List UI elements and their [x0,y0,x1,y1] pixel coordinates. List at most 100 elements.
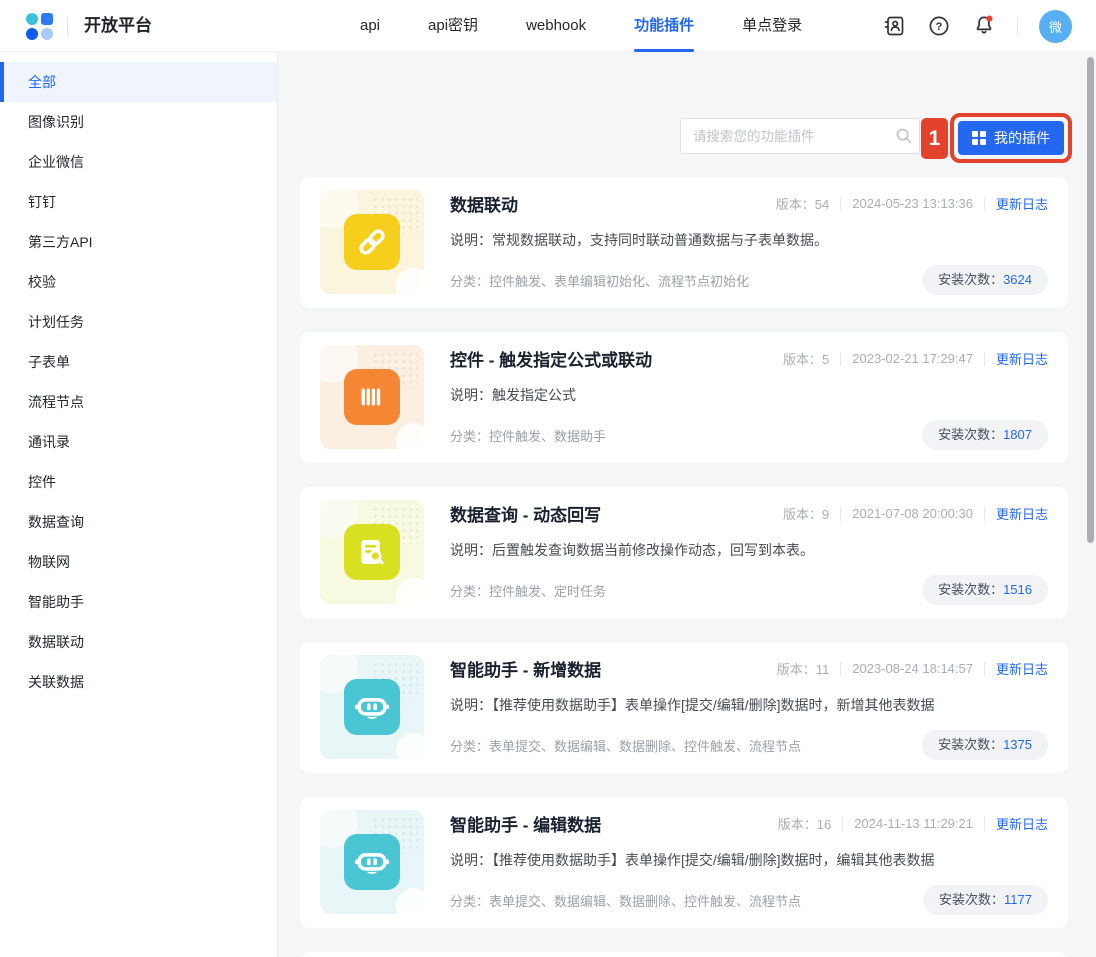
sidebar-item-contacts[interactable]: 通讯录 [0,422,277,462]
version-label: 版本：16 [778,814,831,833]
sidebar-item-image-recognition[interactable]: 图像识别 [0,102,277,142]
version-label: 版本：9 [783,504,829,523]
sidebar-item-wecom[interactable]: 企业微信 [0,142,277,182]
doc-search-icon [344,524,400,580]
plugin-card[interactable]: 智能助手 - 编辑数据 版本：16 2024-11-13 11:29:21 更新… [300,797,1068,928]
plugin-categories: 分类：控件触发、定时任务 [450,581,606,600]
plugin-card[interactable]: 智能助手 - 新增数据 版本：11 2023-08-24 18:14:57 更新… [300,642,1068,773]
help-icon[interactable]: ? [927,14,951,38]
install-count-badge: 安装次数：1177 [923,885,1048,915]
open-platform-page: 开放平台 api api密钥 webhook 功能插件 单点登录 ? [0,0,1096,957]
link-icon [344,214,400,270]
tab-plugins[interactable]: 功能插件 [634,0,694,52]
tab-sso[interactable]: 单点登录 [742,0,802,52]
plugin-icon-box [320,345,424,449]
sidebar-item-all[interactable]: 全部 [0,62,277,102]
top-nav: api api密钥 webhook 功能插件 单点登录 [360,0,802,52]
updated-time: 2023-02-21 17:29:47 [852,351,973,366]
plugin-title: 数据查询 - 动态回写 [450,501,601,526]
header-divider [1017,17,1018,35]
contacts-icon[interactable] [882,14,906,38]
plugin-content-area: 我的插件 1 [278,52,1096,957]
sidebar-item-scheduled-task[interactable]: 计划任务 [0,302,277,342]
tab-api-key[interactable]: api密钥 [428,0,478,52]
barcode-icon [344,369,400,425]
plugin-meta: 版本：11 2023-08-24 18:14:57 更新日志 [777,659,1048,678]
page-title: 开放平台 [84,0,152,52]
user-avatar[interactable]: 微 [1039,10,1072,43]
sidebar-item-data-query[interactable]: 数据查询 [0,502,277,542]
plugin-title: 控件 - 触发指定公式或联动 [450,346,652,371]
plugin-icon-box [320,655,424,759]
sidebar-item-validation[interactable]: 校验 [0,262,277,302]
header-actions: ? 微 [882,0,1072,52]
plugin-list: 数据联动 版本：54 2024-05-23 13:13:36 更新日志 说明：常… [300,177,1068,957]
sidebar-item-dingtalk[interactable]: 钉钉 [0,182,277,222]
search-input[interactable] [680,118,920,154]
sidebar-item-subform[interactable]: 子表单 [0,342,277,382]
sidebar-item-widget[interactable]: 控件 [0,462,277,502]
plugin-meta: 版本：16 2024-11-13 11:29:21 更新日志 [778,814,1048,833]
annotation-marker-1: 1 [921,118,948,159]
svg-text:?: ? [936,21,943,33]
plugin-card[interactable]: 控件 - 触发指定公式或联动 版本：5 2023-02-21 17:29:47 … [300,332,1068,463]
changelog-link[interactable]: 更新日志 [996,194,1048,213]
app-logo-icon[interactable] [26,13,53,40]
tab-api[interactable]: api [360,0,380,52]
plugin-card[interactable]: 数据查询 - 到子表单 版本：52 2025-08-14 14:13:38 更新… [300,952,1068,957]
plugin-card[interactable]: 数据查询 - 动态回写 版本：9 2021-07-08 20:00:30 更新日… [300,487,1068,618]
changelog-link[interactable]: 更新日志 [996,349,1048,368]
my-plugins-button-label: 我的插件 [994,128,1050,148]
plugin-icon-box [320,810,424,914]
plugin-icon-box [320,500,424,604]
category-sidebar: 全部 图像识别 企业微信 钉钉 第三方API 校验 计划任务 子表单 流程节点 … [0,52,278,957]
plugin-description: 说明：触发指定公式 [450,385,1048,405]
updated-time: 2021-07-08 20:00:30 [852,506,973,521]
my-plugins-button[interactable]: 我的插件 [958,121,1064,155]
sidebar-item-smart-assistant[interactable]: 智能助手 [0,582,277,622]
top-header: 开放平台 api api密钥 webhook 功能插件 单点登录 ? [0,0,1096,52]
plugin-description: 说明：【推荐使用数据助手】表单操作[提交/编辑/删除]数据时，编辑其他表数据 [450,850,1048,870]
plugin-categories: 分类：表单提交、数据编辑、数据删除、控件触发、流程节点 [450,891,801,910]
plugin-categories: 分类：表单提交、数据编辑、数据删除、控件触发、流程节点 [450,736,801,755]
plugin-description: 说明：【推荐使用数据助手】表单操作[提交/编辑/删除]数据时，新增其他表数据 [450,695,1048,715]
plugin-title: 智能助手 - 新增数据 [450,656,601,681]
version-label: 版本：11 [777,659,830,678]
updated-time: 2023-08-24 18:14:57 [852,661,973,676]
install-count-badge: 安装次数：1516 [922,575,1048,605]
install-count-badge: 安装次数：1375 [922,730,1048,760]
sidebar-item-third-party-api[interactable]: 第三方API [0,222,277,262]
robot-icon [344,834,400,890]
sidebar-item-data-linkage[interactable]: 数据联动 [0,622,277,662]
plugin-meta: 版本：9 2021-07-08 20:00:30 更新日志 [783,504,1048,523]
plugin-categories: 分类：控件触发、数据助手 [450,426,606,445]
install-count-badge: 安装次数：3624 [922,265,1048,295]
plugin-categories: 分类：控件触发、表单编辑初始化、流程节点初始化 [450,271,749,290]
tab-webhook[interactable]: webhook [526,0,586,52]
search-icon[interactable] [894,126,914,146]
grid-icon [972,131,986,145]
changelog-link[interactable]: 更新日志 [996,659,1048,678]
plugin-description: 说明：常规数据联动，支持同时联动普通数据与子表单数据。 [450,230,1048,250]
plugin-description: 说明：后置触发查询数据当前修改操作动态，回写到本表。 [450,540,1048,560]
notification-bell-icon[interactable] [972,14,996,38]
changelog-link[interactable]: 更新日志 [996,814,1048,833]
robot-icon [344,679,400,735]
plugin-meta: 版本：54 2024-05-23 13:13:36 更新日志 [776,194,1048,213]
install-count-badge: 安装次数：1807 [922,420,1048,450]
plugin-meta: 版本：5 2023-02-21 17:29:47 更新日志 [783,349,1048,368]
sidebar-item-flow-node[interactable]: 流程节点 [0,382,277,422]
header-divider [67,17,68,35]
updated-time: 2024-05-23 13:13:36 [852,196,973,211]
version-label: 版本：5 [783,349,829,368]
updated-time: 2024-11-13 11:29:21 [854,816,973,831]
plugin-card[interactable]: 数据联动 版本：54 2024-05-23 13:13:36 更新日志 说明：常… [300,177,1068,308]
sidebar-item-related-data[interactable]: 关联数据 [0,662,277,702]
plugin-title: 数据联动 [450,191,518,216]
sidebar-item-iot[interactable]: 物联网 [0,542,277,582]
vertical-scrollbar[interactable] [1087,57,1094,543]
version-label: 版本：54 [776,194,829,213]
changelog-link[interactable]: 更新日志 [996,504,1048,523]
plugin-title: 智能助手 - 编辑数据 [450,811,601,836]
plugin-icon-box [320,190,424,294]
